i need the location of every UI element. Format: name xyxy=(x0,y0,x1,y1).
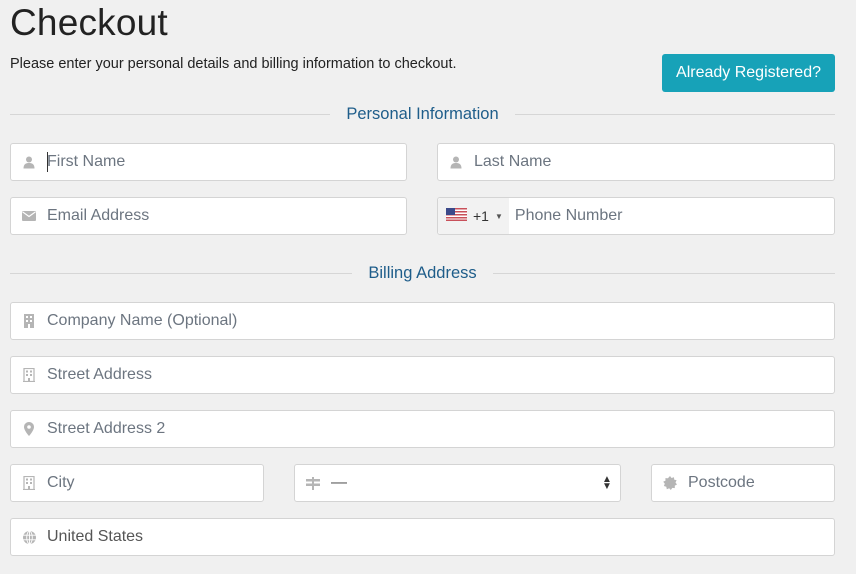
globe-icon xyxy=(11,530,47,544)
divider-line xyxy=(514,113,835,115)
billing-address-heading: Billing Address xyxy=(368,263,477,282)
map-marker-icon xyxy=(11,422,47,436)
postcode-input[interactable] xyxy=(688,465,856,501)
street-address-2-field[interactable] xyxy=(10,410,835,448)
company-field[interactable] xyxy=(10,302,835,340)
country-input[interactable] xyxy=(47,519,834,555)
street-address-field[interactable] xyxy=(10,356,835,394)
last-name-input[interactable] xyxy=(474,144,834,180)
country-field[interactable] xyxy=(10,518,835,556)
first-name-field[interactable] xyxy=(10,143,407,181)
signpost-icon xyxy=(295,476,331,490)
personal-info-heading: Personal Information xyxy=(346,104,499,123)
email-input[interactable] xyxy=(47,198,406,234)
street-address-input[interactable] xyxy=(47,357,834,393)
country-code-selector[interactable]: +1 ▼ xyxy=(438,198,509,234)
email-field[interactable] xyxy=(10,197,407,235)
phone-input[interactable] xyxy=(508,198,834,234)
personal-info-separator: Personal Information xyxy=(10,104,835,124)
street-address-2-input[interactable] xyxy=(47,411,834,447)
first-name-input[interactable] xyxy=(47,144,406,180)
state-select-value: — xyxy=(331,474,347,491)
billing-address-separator: Billing Address xyxy=(10,263,836,283)
dial-code: +1 xyxy=(473,208,489,224)
phone-field[interactable]: +1 ▼ xyxy=(437,197,835,235)
postcode-field[interactable] xyxy=(651,464,856,502)
select-arrows-icon: ▲ ▼ xyxy=(602,474,612,492)
page-subtitle: Please enter your personal details and b… xyxy=(10,56,457,72)
state-select[interactable]: — ▲ ▼ xyxy=(294,464,621,502)
building-icon xyxy=(11,314,47,328)
envelope-icon xyxy=(11,211,47,221)
divider-line xyxy=(10,113,331,115)
last-name-field[interactable] xyxy=(437,143,835,181)
company-input[interactable] xyxy=(47,303,834,339)
user-icon xyxy=(11,156,47,169)
certificate-icon xyxy=(652,476,688,490)
caret-down-icon: ▼ xyxy=(494,211,503,221)
building-outline-icon xyxy=(11,368,47,382)
page-title: Checkout xyxy=(10,2,168,43)
building-outline-icon xyxy=(11,476,47,490)
us-flag-icon xyxy=(446,208,467,224)
divider-line xyxy=(10,272,353,274)
city-field[interactable] xyxy=(10,464,264,502)
already-registered-button[interactable]: Already Registered? xyxy=(662,54,835,92)
city-input[interactable] xyxy=(47,465,263,501)
divider-line xyxy=(492,272,836,274)
user-icon xyxy=(438,156,474,169)
